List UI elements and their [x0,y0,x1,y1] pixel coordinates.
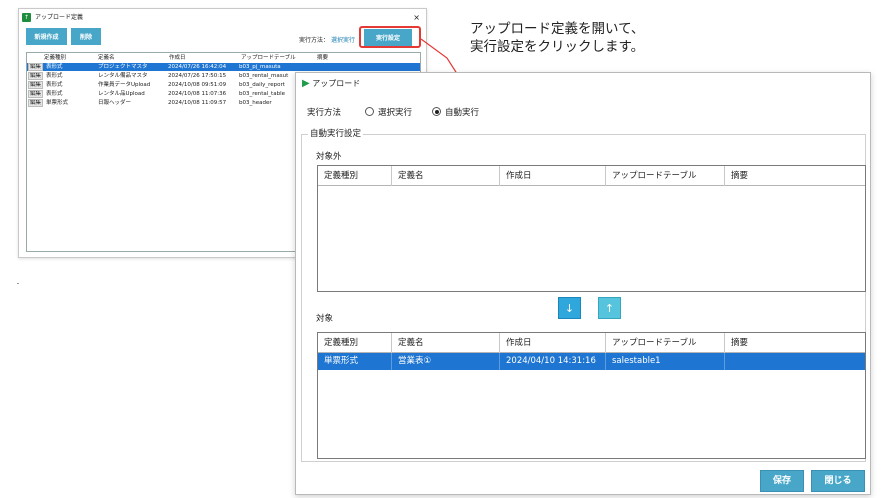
included-label: 対象 [316,314,334,324]
play-triangle-icon: ▶ [302,78,310,89]
column-header: 作成日 [500,333,606,353]
table-row[interactable]: 単票形式 営業表① 2024/04/10 14:31:16 salestable… [318,353,865,370]
column-header: 定義名 [392,166,500,186]
grid-header: 定義種別 定義名 作成日 アップロードテーブル 摘要 [318,333,865,353]
row-note [725,353,865,370]
column-header: 作成日 [500,166,606,186]
grid-header: 定義種別 定義名 作成日 アップロードテーブル 摘要 [318,166,865,186]
radio-select-exec[interactable] [365,107,374,116]
column-header: 定義名 [392,333,500,353]
excluded-grid[interactable]: 定義種別 定義名 作成日 アップロードテーブル 摘要 [317,165,866,292]
save-button[interactable]: 保存 [760,470,804,492]
dialog-title: ▶ アップロード [302,78,360,90]
row-name: 営業表① [392,353,500,370]
row-table: salestable1 [606,353,725,370]
move-up-button[interactable]: ↑ [598,297,621,319]
radio-auto-exec[interactable] [432,107,441,116]
column-header: アップロードテーブル [606,333,725,353]
column-header: アップロードテーブル [606,166,725,186]
included-grid[interactable]: 定義種別 定義名 作成日 アップロードテーブル 摘要 単票形式 営業表① 202… [317,332,866,459]
auto-exec-group-label: 自動実行設定 [308,127,364,139]
dialog-title-text: アップロード [312,79,361,88]
exec-method-label: 実行方法 [307,108,342,118]
radio-auto-exec-label[interactable]: 自動実行 [445,106,479,118]
move-down-button[interactable]: ↓ [558,297,581,319]
row-created: 2024/04/10 14:31:16 [500,353,606,370]
column-header: 定義種別 [318,333,392,353]
upload-dialog: ▶ アップロード 実行方法 選択実行 自動実行 自動実行設定 対象外 定義種別 … [295,72,871,495]
close-button[interactable]: 閉じる [811,470,865,492]
column-header: 摘要 [731,171,749,181]
column-header: 摘要 [731,338,749,348]
excluded-label: 対象外 [316,152,342,162]
radio-select-exec-label[interactable]: 選択実行 [378,106,412,118]
column-header: 定義種別 [318,166,392,186]
row-type: 単票形式 [318,353,392,370]
